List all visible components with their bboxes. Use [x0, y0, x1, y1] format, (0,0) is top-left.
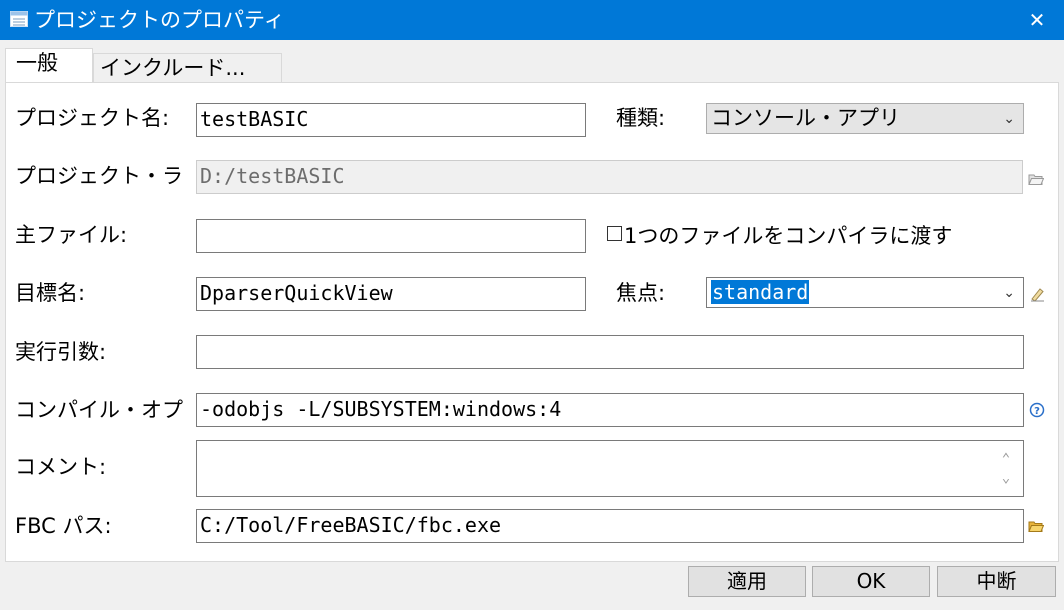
- checkbox-box[interactable]: [607, 226, 622, 241]
- fbc-path-label: FBC パス:: [15, 514, 112, 538]
- project-folder-input[interactable]: D:/testBASIC: [196, 160, 1023, 194]
- window-app-icon: [10, 11, 28, 27]
- project-name-label: プロジェクト名:: [15, 106, 170, 130]
- main-file-input[interactable]: [196, 219, 586, 253]
- title-bar[interactable]: プロジェクトのプロパティ ✕: [0, 0, 1064, 40]
- focus-label: 焦点:: [616, 281, 666, 305]
- run-args-input[interactable]: [196, 335, 1024, 369]
- run-args-label: 実行引数:: [15, 340, 107, 364]
- apply-button[interactable]: 適用: [688, 566, 806, 597]
- comment-textarea[interactable]: ⌃ ⌄: [196, 440, 1024, 497]
- window-title: プロジェクトのプロパティ: [34, 8, 285, 32]
- ok-button[interactable]: OK: [812, 566, 930, 597]
- chevron-down-icon: ⌄: [1003, 111, 1015, 127]
- target-name-label: 目標名:: [15, 281, 86, 305]
- project-folder-label: プロジェクト・ラ: [15, 164, 183, 188]
- single-file-checkbox-label: 1つのファイルをコンパイラに渡す: [624, 224, 953, 248]
- type-label: 種類:: [616, 106, 666, 130]
- cancel-button[interactable]: 中断: [937, 566, 1056, 597]
- single-file-checkbox[interactable]: 1つのファイルをコンパイラに渡す: [607, 222, 952, 250]
- main-file-label: 主ファイル:: [15, 223, 128, 247]
- comment-scrollbar[interactable]: ⌃ ⌄: [989, 441, 1023, 496]
- target-name-input[interactable]: DparserQuickView: [196, 277, 586, 311]
- focus-select[interactable]: standard ⌄: [706, 277, 1024, 308]
- focus-select-value: standard: [711, 280, 810, 304]
- compile-options-label: コンパイル・オプ: [15, 398, 183, 422]
- comment-label: コメント:: [15, 455, 107, 479]
- tab-general[interactable]: 一般: [5, 48, 93, 84]
- fbc-path-input[interactable]: C:/Tool/FreeBASIC/fbc.exe: [196, 509, 1024, 543]
- compile-options-input[interactable]: -odobjs -L/SUBSYSTEM:windows:4: [196, 393, 1024, 427]
- chevron-down-icon: ⌄: [1003, 285, 1015, 301]
- open-folder-icon[interactable]: [1028, 518, 1044, 534]
- project-name-input[interactable]: testBASIC: [196, 103, 586, 137]
- scroll-down-icon[interactable]: ⌄: [989, 466, 1023, 490]
- edit-pencil-icon[interactable]: [1029, 286, 1045, 302]
- open-folder-icon[interactable]: [1028, 171, 1044, 187]
- help-icon[interactable]: ?: [1029, 402, 1045, 418]
- type-select-value: コンソール・アプリ: [711, 106, 900, 130]
- close-icon[interactable]: ✕: [1022, 6, 1052, 34]
- tab-include[interactable]: インクルード...: [93, 53, 282, 82]
- svg-text:?: ?: [1034, 406, 1040, 417]
- project-properties-dialog: プロジェクトのプロパティ ✕ 一般 インクルード... プロジェクト名: tes…: [0, 0, 1064, 610]
- type-select[interactable]: コンソール・アプリ ⌄: [706, 103, 1024, 134]
